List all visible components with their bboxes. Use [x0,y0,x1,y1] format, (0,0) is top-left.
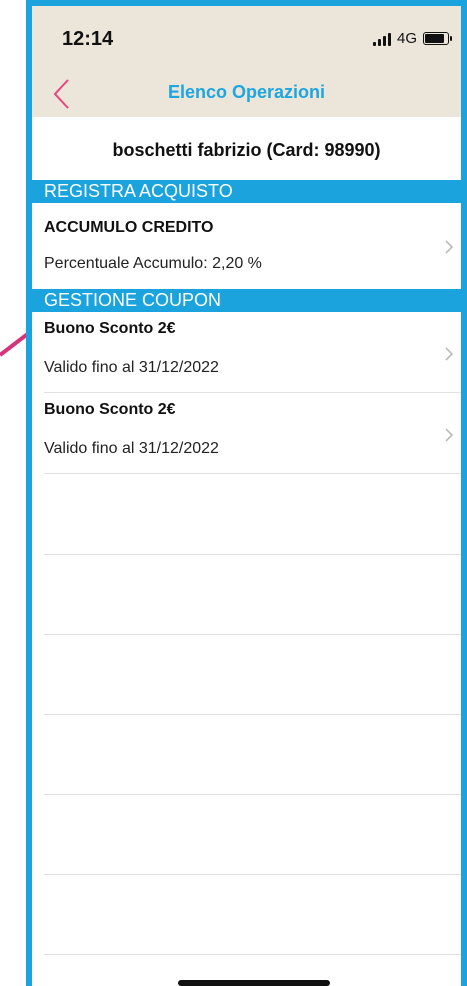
signal-icon [372,32,391,46]
list-item-accumulo-credito[interactable]: ACCUMULO CREDITO Percentuale Accumulo: 2… [32,203,461,288]
item-title: Buono Sconto 2€ [44,320,176,337]
home-indicator[interactable] [178,980,330,986]
status-time: 12:14 [62,28,114,50]
row-divider [44,714,461,715]
top-bar: 12:14 4G Elenco Operazioni [32,6,461,117]
list-item-coupon[interactable]: Buono Sconto 2€ Valido fino al 31/12/202… [32,393,461,473]
phone-screen: 12:14 4G Elenco Operazioni boschetti fab… [26,0,467,986]
section-header-registra: REGISTRA ACQUISTO [32,180,461,203]
item-title: Buono Sconto 2€ [44,401,176,418]
item-title: ACCUMULO CREDITO [44,219,214,236]
section-header-coupon: GESTIONE COUPON [32,289,461,312]
item-subtitle: Valido fino al 31/12/2022 [44,359,219,376]
customer-header: boschetti fabrizio (Card: 98990) [112,140,381,160]
row-divider [44,794,461,795]
list-item-coupon[interactable]: Buono Sconto 2€ Valido fino al 31/12/202… [32,312,461,392]
row-divider [44,554,461,555]
battery-icon [423,32,452,45]
page-title: Elenco Operazioni [167,82,326,102]
chevron-right-icon [445,240,454,254]
row-divider [44,634,461,635]
chevron-right-icon [445,428,454,442]
item-subtitle: Valido fino al 31/12/2022 [44,440,219,457]
chevron-right-icon [445,347,454,361]
row-divider [44,874,461,875]
network-label: 4G [396,30,417,47]
row-divider [44,954,461,955]
status-bar: 12:14 4G [32,24,461,54]
row-divider [44,473,461,474]
item-subtitle: Percentuale Accumulo: 2,20 % [44,255,262,272]
nav-bar: Elenco Operazioni [32,72,461,116]
